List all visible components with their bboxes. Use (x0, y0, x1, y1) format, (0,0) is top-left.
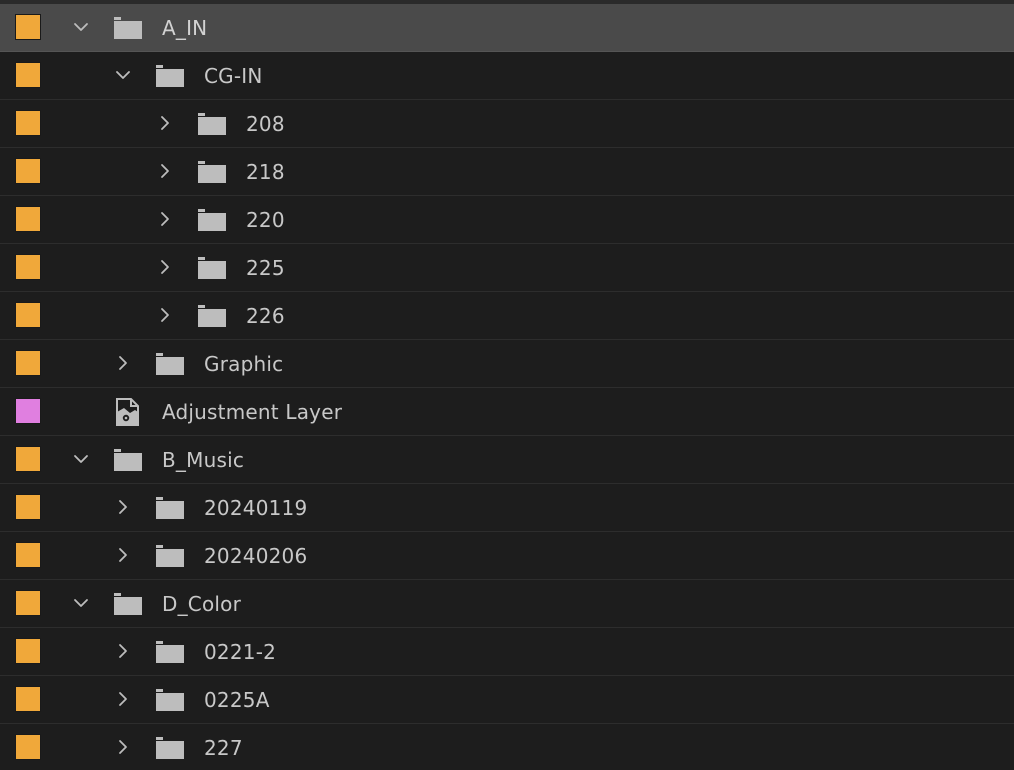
tree-row-227[interactable]: 227 (0, 724, 1014, 770)
item-label: 208 (246, 112, 285, 136)
folder-icon (155, 496, 185, 520)
adjustment-layer-icon (113, 398, 143, 426)
color-label-swatch[interactable] (15, 110, 41, 136)
folder-icon (197, 160, 227, 184)
tree-row-20240206[interactable]: 20240206 (0, 532, 1014, 580)
color-label-swatch[interactable] (15, 686, 41, 712)
item-label: CG-IN (204, 64, 263, 88)
tree-row-graphic[interactable]: Graphic (0, 340, 1014, 388)
item-label: 226 (246, 304, 285, 328)
color-label-swatch[interactable] (15, 734, 41, 760)
tree-row-0221-2[interactable]: 0221-2 (0, 628, 1014, 676)
tree-row-218[interactable]: 218 (0, 148, 1014, 196)
chevron-right-icon[interactable] (156, 306, 174, 324)
item-label: 225 (246, 256, 285, 280)
item-label: D_Color (162, 592, 242, 616)
color-label-swatch[interactable] (15, 446, 41, 472)
chevron-right-icon[interactable] (114, 690, 132, 708)
color-label-swatch[interactable] (15, 350, 41, 376)
chevron-right-icon[interactable] (114, 498, 132, 516)
color-label-swatch[interactable] (15, 62, 41, 88)
item-label: Adjustment Layer (162, 400, 343, 424)
item-label: A_IN (162, 16, 208, 40)
folder-icon (155, 352, 185, 376)
chevron-right-icon[interactable] (114, 738, 132, 756)
item-label: Graphic (204, 352, 284, 376)
folder-icon (155, 736, 185, 760)
chevron-right-icon[interactable] (114, 354, 132, 372)
item-label: 0221-2 (204, 640, 277, 664)
project-panel-tree: A_IN CG-IN 208 218 220 225 226 Graphic Adjustmen… (0, 0, 1014, 770)
chevron-right-icon[interactable] (156, 162, 174, 180)
tree-row-208[interactable]: 208 (0, 100, 1014, 148)
color-label-swatch[interactable] (15, 254, 41, 280)
folder-icon (155, 64, 185, 88)
chevron-down-icon[interactable] (114, 66, 132, 84)
color-label-swatch[interactable] (15, 398, 41, 424)
color-label-swatch[interactable] (15, 14, 41, 40)
item-label: 20240206 (204, 544, 308, 568)
chevron-down-icon[interactable] (72, 18, 90, 36)
color-label-swatch[interactable] (15, 494, 41, 520)
item-label: 220 (246, 208, 285, 232)
tree-row-a-in[interactable]: A_IN (0, 4, 1014, 52)
tree-row-220[interactable]: 220 (0, 196, 1014, 244)
bin-list: A_IN CG-IN 208 218 220 225 226 Graphic Adjustmen… (0, 4, 1014, 770)
folder-icon (113, 448, 143, 472)
chevron-right-icon[interactable] (156, 114, 174, 132)
tree-row-20240119[interactable]: 20240119 (0, 484, 1014, 532)
tree-row-cg-in[interactable]: CG-IN (0, 52, 1014, 100)
folder-icon (155, 688, 185, 712)
tree-row-adjustment-layer[interactable]: Adjustment Layer (0, 388, 1014, 436)
folder-icon (197, 208, 227, 232)
chevron-right-icon[interactable] (156, 210, 174, 228)
item-label: 218 (246, 160, 285, 184)
chevron-right-icon[interactable] (114, 546, 132, 564)
chevron-down-icon[interactable] (72, 594, 90, 612)
folder-icon (197, 112, 227, 136)
item-label: 20240119 (204, 496, 308, 520)
item-label: B_Music (162, 448, 245, 472)
folder-icon (155, 544, 185, 568)
tree-row-d-color[interactable]: D_Color (0, 580, 1014, 628)
chevron-right-icon[interactable] (156, 258, 174, 276)
color-label-swatch[interactable] (15, 638, 41, 664)
color-label-swatch[interactable] (15, 158, 41, 184)
chevron-down-icon[interactable] (72, 450, 90, 468)
color-label-swatch[interactable] (15, 590, 41, 616)
folder-icon (197, 256, 227, 280)
folder-icon (113, 592, 143, 616)
tree-row-b-music[interactable]: B_Music (0, 436, 1014, 484)
folder-icon (155, 640, 185, 664)
tree-row-225[interactable]: 225 (0, 244, 1014, 292)
chevron-right-icon[interactable] (114, 642, 132, 660)
tree-row-0225a[interactable]: 0225A (0, 676, 1014, 724)
folder-icon (197, 304, 227, 328)
item-label: 227 (204, 736, 243, 760)
color-label-swatch[interactable] (15, 302, 41, 328)
color-label-swatch[interactable] (15, 542, 41, 568)
tree-row-226[interactable]: 226 (0, 292, 1014, 340)
color-label-swatch[interactable] (15, 206, 41, 232)
item-label: 0225A (204, 688, 270, 712)
folder-icon (113, 16, 143, 40)
